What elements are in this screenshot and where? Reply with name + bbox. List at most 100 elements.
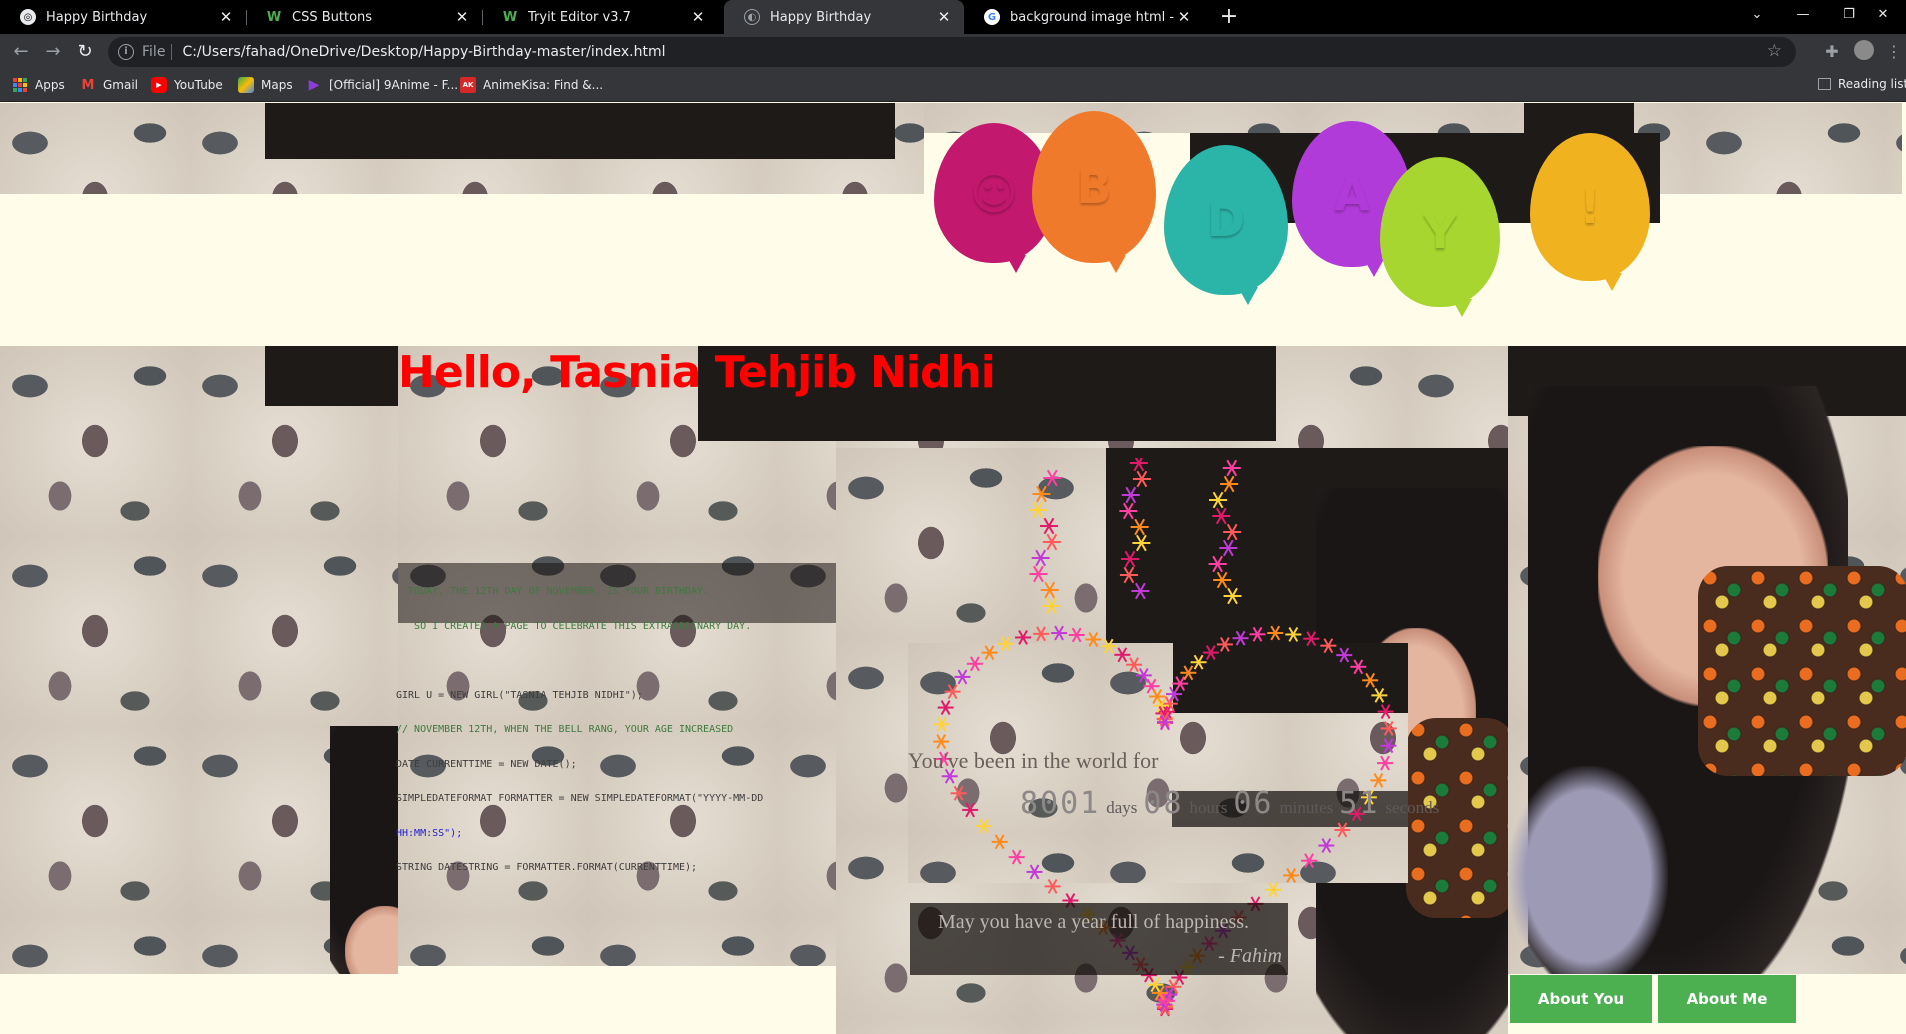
bookmark-label: YouTube <box>174 78 223 92</box>
firework-spark <box>1267 625 1284 641</box>
tab-title: background image html - Google <box>1010 9 1174 25</box>
close-icon[interactable]: ✕ <box>934 8 954 26</box>
bday-balloons: ☺ B D A Y ! <box>924 103 1664 317</box>
birthday-quote: May you have a year full of happiness. -… <box>910 903 1288 975</box>
code-line: DATE CURRENTTIME = NEW DATE(); <box>396 758 577 770</box>
google-icon: G <box>984 9 1000 25</box>
code-line: GIRL U = NEW GIRL("TASNIA TEHJIB NIDHI")… <box>396 689 643 701</box>
background-photo-tile <box>1508 346 1906 974</box>
address-bar[interactable]: i File C:/Users/fahad/OneDrive/Desktop/H… <box>108 37 1796 67</box>
firework-spark <box>1283 868 1300 883</box>
tab-1[interactable]: W CSS Buttons ✕ <box>246 0 482 34</box>
tab-2[interactable]: W Tryit Editor v3.7 ✕ <box>482 0 718 34</box>
firework-spark <box>954 669 971 685</box>
firework-spark <box>1320 638 1337 654</box>
firework-spark <box>1222 459 1241 477</box>
firework-spark <box>962 802 979 818</box>
tab-search-icon[interactable]: ⌄ <box>1734 0 1780 34</box>
reload-icon[interactable]: ↻ <box>72 39 98 65</box>
firework-spark <box>1032 485 1051 503</box>
firework-spark <box>1202 645 1219 661</box>
window-close-icon[interactable]: ✕ <box>1860 0 1906 34</box>
tab-strip: ◎ Happy Birthday ✕ W CSS Buttons ✕ W Try… <box>0 0 1906 34</box>
close-icon[interactable]: ✕ <box>216 8 236 26</box>
url-scheme: File <box>142 44 166 60</box>
greeting-heading: Hello, Tasnia Tehjib Nidhi <box>398 347 996 398</box>
bookmark-youtube[interactable]: ▶ YouTube <box>151 77 223 93</box>
firework-spark <box>1143 678 1160 694</box>
about-me-button[interactable]: About Me <box>1658 975 1796 1023</box>
firework-spark <box>1208 555 1227 573</box>
firework-spark <box>933 734 950 749</box>
about-you-button[interactable]: About You <box>1510 975 1652 1023</box>
site-info-icon[interactable]: i <box>118 44 134 60</box>
tab-0[interactable]: ◎ Happy Birthday ✕ <box>0 0 246 34</box>
firework-spark <box>1223 587 1242 605</box>
code-line: SIMPLEDATEFORMAT FORMATTER = NEW SIMPLED… <box>396 793 764 804</box>
timer-seconds: 51 <box>1339 786 1380 821</box>
bookmark-gmail[interactable]: M Gmail <box>80 77 138 93</box>
firework-spark <box>1220 475 1239 493</box>
close-icon[interactable]: ✕ <box>452 8 472 26</box>
reading-list[interactable]: Reading list <box>1818 77 1906 91</box>
firework-spark <box>1132 534 1151 552</box>
new-tab-button[interactable]: + <box>1216 4 1242 30</box>
timer-label: You've been in the world for <box>908 748 1159 773</box>
bookmark-label: Maps <box>261 78 293 92</box>
firework-spark <box>1130 518 1149 536</box>
firework-spark <box>1249 626 1266 642</box>
firework-spark <box>966 656 983 672</box>
tab-title: Happy Birthday <box>770 9 872 25</box>
bookmark-9anime[interactable]: ▶ [Official] 9Anime - F... <box>306 77 458 93</box>
extensions-icon[interactable]: ✚ <box>1820 40 1844 64</box>
code-line: STRING DATESTRING = FORMATTER.FORMAT(CUR… <box>396 862 698 873</box>
bookmark-animekisa[interactable]: AK AnimeKisa: Find &... <box>460 77 603 93</box>
code-line: HH:MM:SS"); <box>396 827 463 839</box>
firework-spark <box>1213 571 1232 589</box>
bookmark-apps[interactable]: Apps <box>12 77 65 93</box>
minimize-icon[interactable]: — <box>1780 0 1826 34</box>
page-viewport: ☺ B D A Y ! Hello, Tasnia Tehjib Nidhi T… <box>0 103 1906 1034</box>
close-icon[interactable]: ✕ <box>688 8 708 26</box>
firework-spark <box>1132 470 1151 488</box>
firework-spark <box>1042 533 1061 551</box>
firework-spark <box>1265 882 1282 898</box>
firework-spark <box>1042 597 1061 615</box>
firework-spark <box>950 785 967 801</box>
tab-3[interactable]: ◐ Happy Birthday ✕ <box>724 0 964 34</box>
back-icon[interactable]: ← <box>8 39 34 65</box>
firework-spark <box>1209 491 1228 509</box>
firework-spark <box>1121 486 1140 504</box>
bookmark-label: Gmail <box>103 78 139 92</box>
firework-spark <box>1039 517 1058 535</box>
bookmark-label: [Official] 9Anime - F... <box>329 78 459 92</box>
globe-icon: ◐ <box>744 9 760 25</box>
url-text[interactable]: C:/Users/fahad/OneDrive/Desktop/Happy-Bi… <box>182 44 665 60</box>
firework-spark <box>1336 647 1353 663</box>
apps-grid-icon <box>12 77 28 93</box>
firework-spark <box>1040 581 1059 599</box>
forward-icon[interactable]: → <box>40 39 66 65</box>
balloon-b: B <box>1032 111 1156 273</box>
firework-spark <box>1129 458 1148 472</box>
bookmark-star-icon[interactable]: ☆ <box>1767 41 1782 61</box>
code-block: TODAY, THE 12TH DAY OF NOVEMBER, IS YOUR… <box>396 563 836 897</box>
firework-spark <box>1120 550 1139 568</box>
firework-spark <box>997 636 1014 652</box>
firework-spark <box>944 684 961 700</box>
firework-spark <box>1166 686 1183 702</box>
firework-spark <box>1031 549 1050 567</box>
age-timer: 8001 days 08 hours 06 minutes 51 seconds <box>1020 786 1439 821</box>
firework-spark <box>937 700 954 715</box>
tab-4[interactable]: G background image html - Google ✕ <box>964 0 1204 34</box>
menu-icon[interactable]: ⋮ <box>1882 40 1906 64</box>
close-icon[interactable]: ✕ <box>1174 8 1194 26</box>
firework-spark <box>1043 469 1062 487</box>
bookmark-maps[interactable]: Maps <box>238 77 293 93</box>
timer-days-unit: days <box>1106 798 1138 817</box>
firework-spark <box>1216 636 1233 652</box>
profile-avatar[interactable] <box>1852 40 1876 64</box>
code-line: TODAY, THE 12TH DAY OF NOVEMBER, IS YOUR… <box>396 586 710 597</box>
quote-text: May you have a year full of happiness. <box>938 911 1250 933</box>
